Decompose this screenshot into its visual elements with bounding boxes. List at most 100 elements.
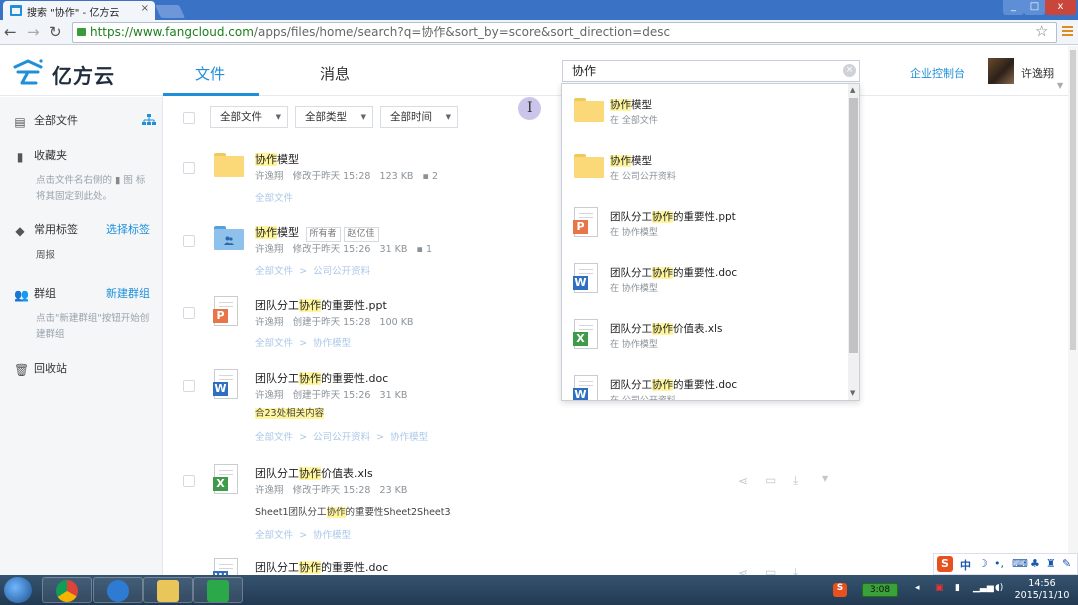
tree-view-icon[interactable] xyxy=(142,114,156,126)
choose-tags-link[interactable]: 选择标签 xyxy=(106,221,150,237)
scroll-up-icon[interactable]: ▲ xyxy=(850,86,855,94)
list-item[interactable]: X 团队分工协作价值表.xls 在 协作模型 xyxy=(562,308,846,364)
suggestion-name: 团队分工协作的重要性.doc xyxy=(610,379,738,391)
content-match-snippet[interactable]: 合23处相关内容 xyxy=(255,405,325,419)
shirt-icon[interactable]: ♜ xyxy=(1046,557,1056,570)
address-bar[interactable]: https://www.fangcloud.com/apps/files/hom… xyxy=(72,22,1057,43)
comment-icon[interactable]: ▭ xyxy=(765,565,776,575)
file-name[interactable]: 团队分工协作的重要性.doc xyxy=(255,370,388,386)
avatar[interactable] xyxy=(988,58,1014,84)
file-name[interactable]: 协作模型 xyxy=(255,151,299,167)
taskbar-explorer[interactable] xyxy=(143,577,193,603)
skin-icon[interactable]: ♣ xyxy=(1030,557,1040,570)
tray-arrow-icon[interactable]: ◂ xyxy=(915,583,920,593)
list-item[interactable]: 协作模型 在 公司公开资料 xyxy=(562,140,846,196)
sogou-tray-icon[interactable]: S xyxy=(833,583,847,597)
file-owner: 许逸翔 xyxy=(255,171,284,182)
reload-icon[interactable]: ↻ xyxy=(49,23,62,41)
scroll-down-icon[interactable]: ▼ xyxy=(850,389,855,397)
file-path[interactable]: 全部文件 > 公司公开资料 > 协作模型 xyxy=(255,429,428,443)
filter-all-time[interactable]: 全部时间 ▼ xyxy=(380,106,458,128)
sidebar-item-label: 回收站 xyxy=(34,362,67,375)
wrench-icon[interactable]: ✎ xyxy=(1062,557,1071,570)
new-tab-button[interactable] xyxy=(154,5,186,18)
punctuation-icon[interactable]: •, xyxy=(994,557,1004,570)
browser-menu-icon[interactable] xyxy=(1062,26,1073,38)
bookmark-icon: ▮ xyxy=(115,175,121,186)
row-checkbox[interactable] xyxy=(183,475,195,487)
sidebar-item-trash[interactable]: 🗑 回收站 xyxy=(14,360,67,376)
back-arrow-icon[interactable]: ← xyxy=(4,23,17,41)
network-error-icon[interactable]: ▣ xyxy=(935,583,944,593)
tab-close-icon[interactable]: × xyxy=(141,3,149,14)
taskbar-chrome[interactable] xyxy=(42,577,92,603)
window-minimize-button[interactable]: _ xyxy=(1003,0,1024,15)
row-checkbox[interactable] xyxy=(183,235,195,247)
select-all-checkbox[interactable] xyxy=(183,112,195,124)
filter-all-types[interactable]: 全部类型 ▼ xyxy=(295,106,373,128)
file-name[interactable]: 团队分工协作的重要性.doc xyxy=(255,559,388,575)
file-path[interactable]: 全部文件 > 协作模型 xyxy=(255,335,351,349)
keyboard-icon[interactable]: ⌨ xyxy=(1012,557,1028,570)
share-icon[interactable]: ⋖ xyxy=(738,566,748,575)
row-checkbox[interactable] xyxy=(183,307,195,319)
filter-all-files[interactable]: 全部文件 ▼ xyxy=(210,106,288,128)
taskbar-fangcloud[interactable] xyxy=(193,577,243,603)
file-path[interactable]: 全部文件 > 协作模型 xyxy=(255,527,351,541)
battery-tray-icon[interactable]: ▮ xyxy=(955,583,960,593)
ime-mode-label[interactable]: 中 xyxy=(960,557,971,573)
comment-icon[interactable]: ▭ xyxy=(765,473,776,487)
system-clock[interactable]: 14:56 2015/11/10 xyxy=(1010,578,1074,602)
sidebar: ▤ 全部文件 ▮ 收藏夹 点击文件名右侧的 ▮ 图 标将其固定到此处。 ◆ 常用标签 … xyxy=(0,97,163,575)
file-path[interactable]: 全部文件 > 公司公开资料 xyxy=(255,263,370,277)
file-name[interactable]: 协作模型 所有者 赵亿佳 xyxy=(255,224,379,242)
signal-icon[interactable]: ▁▃▅ xyxy=(973,583,994,593)
sidebar-item-favorites[interactable]: ▮ 收藏夹 xyxy=(14,147,67,163)
username[interactable]: 许逸翔 xyxy=(1021,65,1054,81)
new-group-link[interactable]: 新建群组 xyxy=(106,285,150,301)
chevron-down-icon[interactable]: ▼ xyxy=(822,474,828,483)
file-path[interactable]: 全部文件 xyxy=(255,190,293,204)
list-item[interactable]: W 团队分工协作的重要性.doc 在 公司公开资料 xyxy=(562,364,846,400)
tab-files[interactable]: 文件 xyxy=(195,63,225,84)
download-icon[interactable]: ⤓ xyxy=(793,565,798,575)
window-maximize-button[interactable]: □ xyxy=(1024,0,1045,15)
volume-icon[interactable]: ◖) xyxy=(995,583,1003,593)
suggestion-name: 团队分工协作的重要性.doc xyxy=(610,267,738,279)
share-icon[interactable]: ⋖ xyxy=(738,474,748,488)
sidebar-item-all-files[interactable]: ▤ 全部文件 xyxy=(14,112,78,128)
taskbar-sogou[interactable] xyxy=(93,577,143,603)
file-owner: 许逸翔 xyxy=(255,317,284,328)
window-close-button[interactable]: x xyxy=(1045,0,1076,15)
enterprise-console-link[interactable]: 企业控制台 xyxy=(910,65,965,81)
browser-tab[interactable]: 搜索 "协作" - 亿方云 × xyxy=(3,1,155,20)
search-input[interactable]: 协作 × xyxy=(562,60,860,82)
file-name[interactable]: 团队分工协作的重要性.ppt xyxy=(255,297,387,313)
content-match-snippet[interactable]: Sheet1团队分工协作的重要性Sheet2Sheet3 xyxy=(255,504,451,518)
forward-arrow-icon[interactable]: → xyxy=(27,23,40,41)
row-checkbox[interactable] xyxy=(183,380,195,392)
table-row[interactable]: W 团队分工协作的重要性.doc ⋖ ▭ ⤓ xyxy=(164,558,864,575)
row-checkbox[interactable] xyxy=(183,162,195,174)
file-owner: 许逸翔 xyxy=(255,485,284,496)
start-button[interactable] xyxy=(4,577,32,603)
moon-icon[interactable]: ☽ xyxy=(978,557,988,570)
page-scroll-thumb[interactable] xyxy=(1070,50,1076,350)
list-item[interactable]: W 团队分工协作的重要性.doc 在 协作模型 xyxy=(562,252,846,308)
list-item[interactable]: P 团队分工协作的重要性.ppt 在 协作模型 xyxy=(562,196,846,252)
tab-messages[interactable]: 消息 xyxy=(320,63,350,84)
sidebar-item-tags[interactable]: ◆ 常用标签 xyxy=(14,221,78,237)
sidebar-item-groups[interactable]: 👥 群组 xyxy=(14,285,56,301)
file-name[interactable]: 团队分工协作价值表.xls xyxy=(255,465,373,481)
dropdown-scrollbar[interactable]: ▲ ▼ xyxy=(848,84,859,400)
tag-item-weekly[interactable]: 周报 xyxy=(36,248,154,264)
page-scrollbar[interactable] xyxy=(1068,46,1078,575)
download-icon[interactable]: ⤓ xyxy=(793,473,798,488)
bookmark-star-icon[interactable]: ☆ xyxy=(1035,22,1048,40)
ime-toolbar[interactable]: S 中 ☽ •, ⌨ ♣ ♜ ✎ xyxy=(933,553,1078,575)
search-clear-icon[interactable]: × xyxy=(843,64,856,77)
list-item[interactable]: 协作模型 在 全部文件 xyxy=(562,84,846,140)
table-row[interactable]: X 团队分工协作价值表.xls 许逸翔 修改于昨天 15:28 23 KB Sh… xyxy=(164,464,864,544)
dropdown-scroll-thumb[interactable] xyxy=(849,98,858,353)
battery-indicator[interactable]: 3:08 xyxy=(862,583,898,597)
